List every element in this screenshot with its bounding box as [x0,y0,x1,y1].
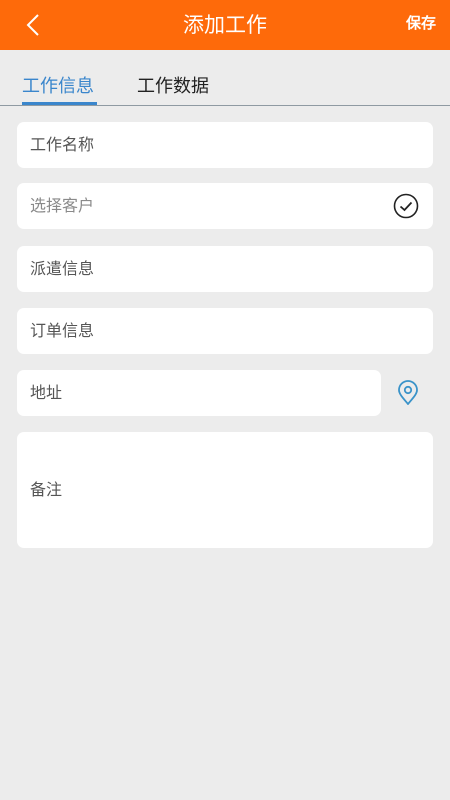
page-title: 添加工作 [183,13,267,37]
customer-placeholder: 选择客户 [30,196,95,215]
app-bar: 添加工作 保存 [0,0,450,50]
active-tab-indicator [22,102,97,105]
address-field[interactable]: 地址 [17,370,381,416]
dispatch-info-label: 派遣信息 [30,259,95,278]
save-button[interactable]: 保存 [406,0,436,46]
tab-work-data[interactable]: 工作数据 [137,72,209,98]
order-info-label: 订单信息 [30,321,95,340]
tab-work-info[interactable]: 工作信息 [22,72,94,98]
job-name-field[interactable]: 工作名称 [17,122,433,168]
check-circle-icon[interactable] [393,193,419,219]
job-name-label: 工作名称 [30,135,95,154]
location-pin-icon[interactable] [396,380,420,406]
dispatch-info-field[interactable]: 派遣信息 [17,246,433,292]
order-info-field[interactable]: 订单信息 [17,308,433,354]
customer-select[interactable]: 选择客户 [17,183,433,229]
address-label: 地址 [30,383,63,402]
tab-bar: 工作信息 工作数据 [0,50,450,106]
notes-label: 备注 [30,480,63,499]
notes-field[interactable]: 备注 [17,432,433,548]
